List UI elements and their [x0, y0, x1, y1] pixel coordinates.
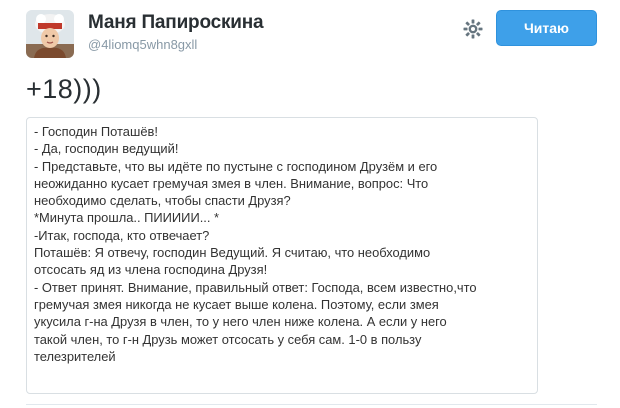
- tweet-card: Маня Папироскина @4liomq5whn8gxll Читаю …: [0, 0, 620, 408]
- image-text-line: неожиданно кусает гремучая змея в член. …: [34, 175, 429, 191]
- image-text-line: - Да, господин ведущий!: [34, 141, 179, 157]
- image-text-line: - Представьте, что вы идёте по пустыне с…: [34, 158, 438, 174]
- image-text-line: необходимо сделать, чтобы спасти Друзя?: [34, 193, 291, 209]
- avatar[interactable]: [26, 10, 74, 58]
- image-text-line: телезрителей: [34, 348, 116, 364]
- divider: [26, 404, 597, 405]
- follow-button[interactable]: Читаю: [496, 10, 597, 46]
- avatar-image: [26, 10, 74, 58]
- username[interactable]: @4liomq5whn8gxll: [88, 37, 197, 52]
- image-text-line: укусила г-на Друзя в член, то у него чле…: [34, 314, 447, 330]
- image-text-line: -Итак, господа, кто отвечает?: [34, 227, 210, 243]
- image-text-line: такой член, то г-н Друзь может отсосать …: [34, 331, 422, 347]
- image-text-line: *Минута прошла.. ПИИИИИ... *: [34, 210, 220, 226]
- image-text-line: гремучая змея никогда не кусает выше кол…: [34, 296, 439, 312]
- display-name[interactable]: Маня Папироскина: [88, 12, 264, 34]
- tweet-text: +18))): [26, 74, 102, 104]
- image-text-line: - Господин Поташёв!: [34, 124, 158, 139]
- image-text-line: Поташёв: Я отвечу, господин Ведущий. Я с…: [34, 245, 431, 261]
- attached-image[interactable]: - Господин Поташёв! - Да, господин ведущ…: [26, 117, 538, 394]
- gear-icon[interactable]: [462, 18, 484, 40]
- image-text-line: - Ответ принят. Внимание, правильный отв…: [34, 279, 477, 295]
- image-text-line: отсосать яд из члена господина Друзя!: [34, 262, 268, 278]
